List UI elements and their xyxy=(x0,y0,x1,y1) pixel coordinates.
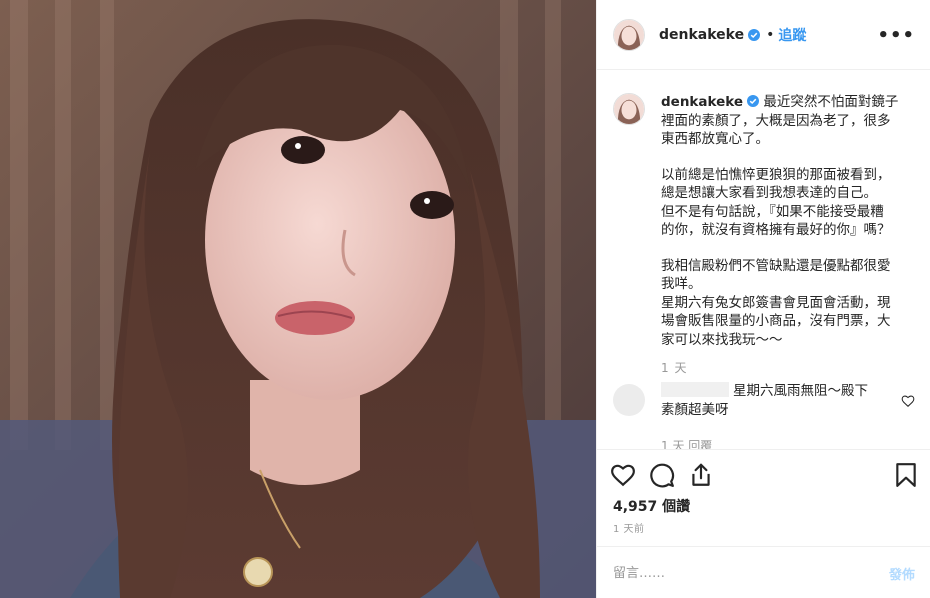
post-timestamp[interactable]: 1 天前 xyxy=(613,520,645,535)
caption-line: 東西都放寬心了。 xyxy=(661,131,769,147)
likes-count[interactable]: 4,957 個讚 xyxy=(613,496,690,516)
caption-line: 家可以來找我玩～～ xyxy=(661,331,783,348)
comment-input[interactable] xyxy=(613,561,853,585)
comment-meta[interactable]: 1 天 回覆 xyxy=(661,437,712,449)
post-photo[interactable] xyxy=(0,0,596,598)
caption-line: 但不是有句話說，『如果不能接受最糟 xyxy=(661,203,884,220)
caption-line: 的你，就沒有資格擁有最好的你』嗎？ xyxy=(661,222,891,238)
caption-line: 我咩。 xyxy=(661,276,702,292)
caption-line: 裡面的素顏了，大概是因為老了，很多 xyxy=(661,112,891,129)
caption-line: 我相信殿粉們不管缺點還是優點都很愛 xyxy=(661,257,891,274)
more-options-icon[interactable]: ••• xyxy=(877,25,915,46)
caption-line: 星期六有兔女郎簽書會見面會活動，現 xyxy=(661,294,891,311)
selfie-image xyxy=(0,0,596,598)
caption-line: 總是想讓大家看到我想表達的自己。 xyxy=(661,185,877,201)
comment-line: 星期六風雨無阻～殿下 xyxy=(733,383,868,399)
follow-button[interactable]: 追蹤 xyxy=(778,25,806,45)
caption-avatar[interactable] xyxy=(613,93,645,125)
comment-text: 星期六風雨無阻～殿下 素顏超美呀 xyxy=(661,382,887,419)
bookmark-icon[interactable] xyxy=(893,462,919,488)
avatar[interactable] xyxy=(613,18,645,51)
caption-line: 場會販售限量的小商品，沒有門票，大 xyxy=(661,313,891,329)
header-separator: • xyxy=(766,26,775,43)
header-username[interactable]: denkakeke xyxy=(659,27,744,43)
verified-badge-icon xyxy=(747,95,760,107)
caption-line: 以前總是怕憔悴更狼狽的那面被看到， xyxy=(661,166,891,183)
comment-icon[interactable] xyxy=(649,462,675,488)
likes-number: 4,957 xyxy=(613,499,658,515)
post-comment-button[interactable]: 發佈 xyxy=(889,564,915,583)
post-sidebar: denkakeke • 追蹤 ••• denkakeke 最近突然不怕面對鏡子 … xyxy=(596,0,930,598)
caption-username[interactable]: denkakeke xyxy=(661,94,743,110)
caption-line: 最近突然不怕面對鏡子 xyxy=(763,94,899,110)
caption-timestamp: 1 天 xyxy=(661,361,688,375)
comment-line: 素顏超美呀 xyxy=(661,401,729,418)
share-icon[interactable] xyxy=(688,462,714,488)
verified-badge-icon xyxy=(748,28,761,41)
comment-username-redacted[interactable] xyxy=(661,382,729,397)
instagram-post: denkakeke • 追蹤 ••• denkakeke 最近突然不怕面對鏡子 … xyxy=(0,0,930,598)
add-comment-bar: 發佈 xyxy=(597,546,930,598)
caption-text: denkakeke 最近突然不怕面對鏡子 裡面的素顏了，大概是因為老了，很多 東… xyxy=(661,93,915,378)
comments-section[interactable]: denkakeke 最近突然不怕面對鏡子 裡面的素顏了，大概是因為老了，很多 東… xyxy=(597,71,930,449)
heart-icon[interactable] xyxy=(610,462,636,488)
post-header: denkakeke • 追蹤 ••• xyxy=(597,0,930,70)
comment-like-heart-icon[interactable] xyxy=(901,394,915,408)
likes-label: 個讚 xyxy=(662,499,691,515)
caption: denkakeke 最近突然不怕面對鏡子 裡面的素顏了，大概是因為老了，很多 東… xyxy=(613,93,915,378)
comment-item: 星期六風雨無阻～殿下 素顏超美呀 xyxy=(613,382,915,419)
avatar[interactable] xyxy=(613,384,645,416)
